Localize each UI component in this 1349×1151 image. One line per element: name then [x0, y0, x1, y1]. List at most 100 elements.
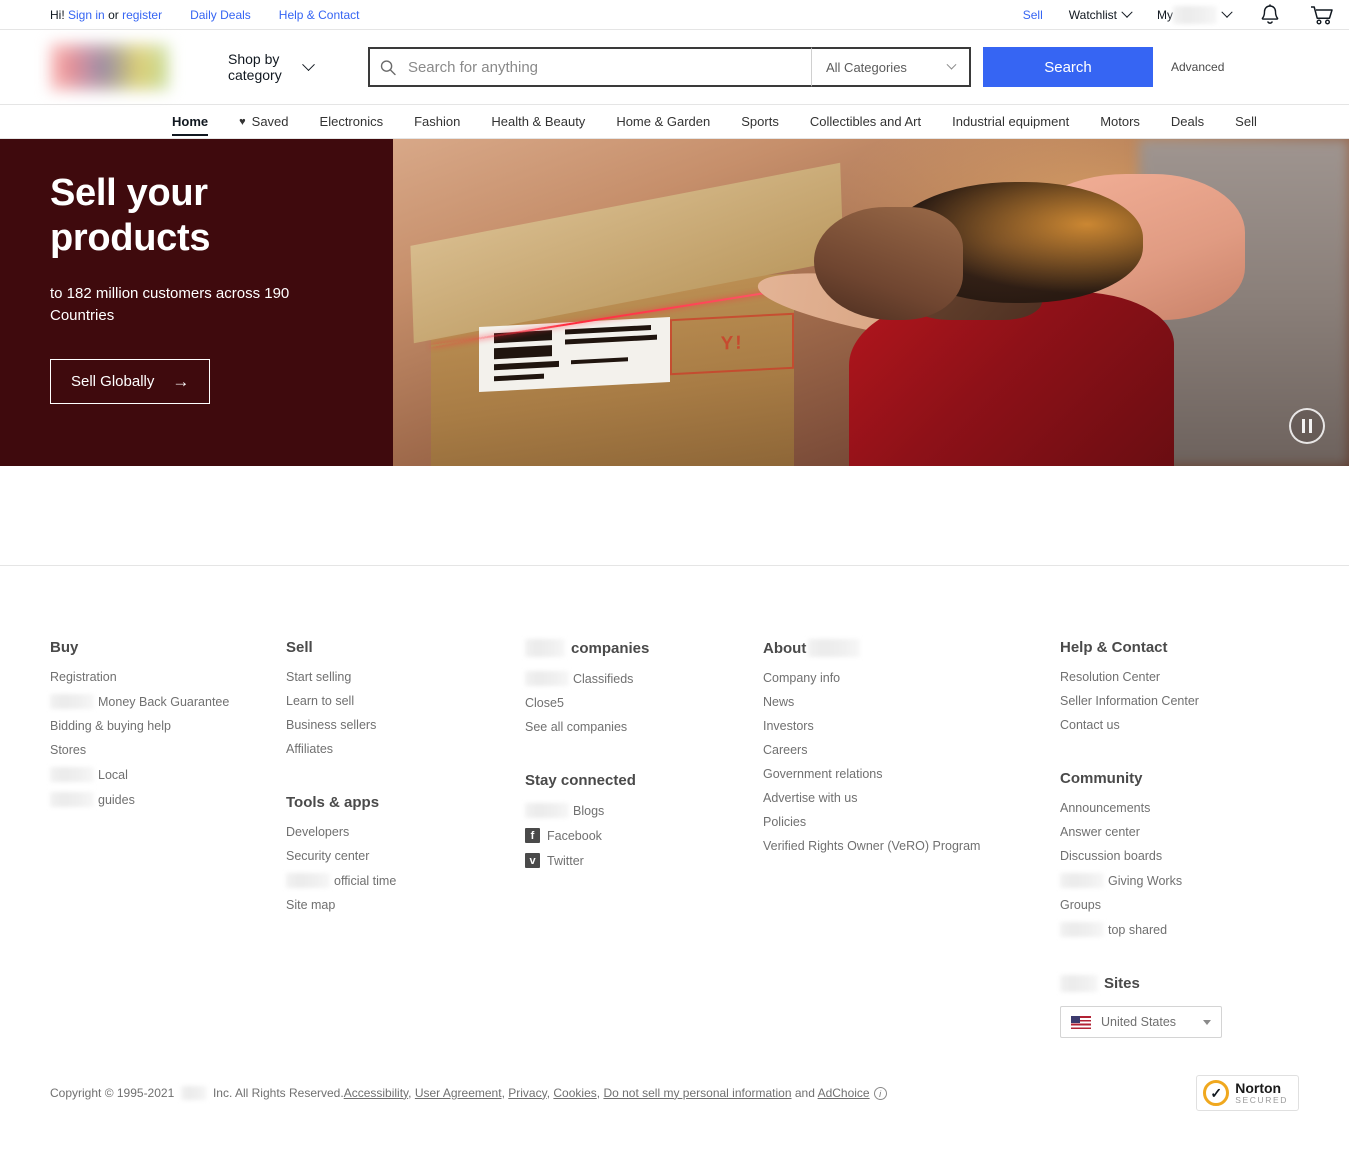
- legal-link[interactable]: Do not sell my personal information: [603, 1086, 791, 1100]
- footer-link[interactable]: Money Back Guarantee: [50, 694, 286, 709]
- footer-link[interactable]: top shared: [1060, 922, 1300, 937]
- footer-link[interactable]: Groups: [1060, 898, 1300, 912]
- footer-link[interactable]: Bidding & buying help: [50, 719, 286, 733]
- footer-link[interactable]: Answer center: [1060, 825, 1300, 839]
- chevron-down-icon: [1121, 6, 1133, 18]
- footer-link[interactable]: Stores: [50, 743, 286, 757]
- footer-link[interactable]: guides: [50, 792, 286, 807]
- category-select[interactable]: All Categories: [811, 47, 971, 87]
- footer-link[interactable]: official time: [286, 873, 525, 888]
- footer-link[interactable]: Developers: [286, 825, 525, 839]
- site-logo-redacted[interactable]: [50, 43, 170, 91]
- footer-link[interactable]: Blogs: [525, 803, 763, 818]
- hero-banner: Sell your products to 182 million custom…: [0, 139, 1349, 466]
- footer-link[interactable]: Business sellers: [286, 718, 525, 732]
- footer-link-label: Twitter: [547, 853, 584, 868]
- watchlist-menu[interactable]: Watchlist: [1069, 6, 1133, 22]
- footer-link[interactable]: Site map: [286, 898, 525, 912]
- footer-link[interactable]: Close5: [525, 696, 763, 710]
- sell-globally-button[interactable]: Sell Globally →: [50, 359, 211, 404]
- adchoice-link[interactable]: AdChoice: [818, 1086, 870, 1100]
- advanced-search-link[interactable]: Advanced: [1171, 60, 1224, 74]
- nav-item-sell[interactable]: Sell: [1235, 105, 1257, 139]
- nav-item-home[interactable]: Home: [172, 105, 209, 139]
- footer-link[interactable]: Security center: [286, 849, 525, 863]
- nav-item-sports[interactable]: Sports: [741, 105, 779, 139]
- footer-link[interactable]: Verified Rights Owner (VeRO) Program: [763, 839, 1060, 853]
- category-nav: Home ♥ Saved Electronics Fashion Health & Bea…: [0, 105, 1349, 139]
- footer-link[interactable]: Contact us: [1060, 718, 1300, 732]
- nav-item-electronics[interactable]: Electronics: [320, 105, 384, 139]
- nav-item-home-garden[interactable]: Home & Garden: [616, 105, 710, 139]
- footer-link-label: Announcements: [1060, 801, 1151, 815]
- footer-heading-label: About: [763, 639, 807, 657]
- legal-link[interactable]: User Agreement: [415, 1086, 502, 1100]
- nav-item-health-beauty[interactable]: Health & Beauty: [491, 105, 585, 139]
- nav-item-saved[interactable]: ♥ Saved: [239, 105, 288, 139]
- legal-and-label: and: [794, 1085, 815, 1100]
- sell-globally-label: Sell Globally: [71, 373, 155, 390]
- register-link[interactable]: register: [122, 8, 162, 22]
- brand-name-redacted: [525, 671, 569, 686]
- search-button[interactable]: Search: [983, 47, 1153, 87]
- search-field-wrapper[interactable]: [368, 47, 811, 87]
- footer-link[interactable]: ᴠ Twitter: [525, 853, 763, 868]
- arrow-right-icon: →: [172, 372, 190, 391]
- footer-link[interactable]: Learn to sell: [286, 694, 525, 708]
- nav-item-fashion[interactable]: Fashion: [414, 105, 460, 139]
- footer-link-label: Money Back Guarantee: [98, 694, 230, 709]
- brand-name-redacted: [180, 1086, 207, 1101]
- footer-link[interactable]: Investors: [763, 719, 1060, 733]
- brand-name-redacted: [286, 873, 330, 888]
- shop-by-category-menu[interactable]: Shop by category: [228, 51, 315, 83]
- footer-link[interactable]: Registration: [50, 670, 286, 684]
- footer-column-heading: Sell: [286, 639, 525, 656]
- face-graphic: [813, 207, 964, 320]
- footer-link[interactable]: News: [763, 695, 1060, 709]
- site-footer: Buy Registration Money Back Guarantee Biddi…: [0, 566, 1349, 1038]
- footer-link[interactable]: Announcements: [1060, 801, 1300, 815]
- footer-link[interactable]: See all companies: [525, 720, 763, 734]
- nav-item-industrial-equipment[interactable]: Industrial equipment: [952, 105, 1069, 139]
- footer-link[interactable]: Classifieds: [525, 671, 763, 686]
- daily-deals-link[interactable]: Daily Deals: [190, 8, 251, 22]
- footer-link[interactable]: Advertise with us: [763, 791, 1060, 805]
- site-country-select[interactable]: United States: [1060, 1006, 1222, 1038]
- footer-link-label: guides: [98, 792, 135, 807]
- search-input[interactable]: [405, 57, 801, 77]
- sell-link[interactable]: Sell: [1023, 8, 1043, 22]
- help-contact-link[interactable]: Help & Contact: [279, 8, 360, 22]
- footer-link[interactable]: Government relations: [763, 767, 1060, 781]
- footer-link[interactable]: Local: [50, 767, 286, 782]
- footer-link[interactable]: f Facebook: [525, 828, 763, 843]
- us-flag-icon: [1071, 1015, 1091, 1029]
- footer-link[interactable]: Careers: [763, 743, 1060, 757]
- utility-top-bar: Hi! Sign in or register Daily Deals Help…: [0, 0, 1349, 30]
- footer-link[interactable]: Resolution Center: [1060, 670, 1300, 684]
- legal-link[interactable]: Privacy: [508, 1086, 546, 1100]
- footer-link[interactable]: Affiliates: [286, 742, 525, 756]
- nav-item-collectibles-and-art[interactable]: Collectibles and Art: [810, 105, 921, 139]
- footer-link[interactable]: Seller Information Center: [1060, 694, 1300, 708]
- legal-link[interactable]: Accessibility: [344, 1086, 408, 1100]
- legal-link[interactable]: Cookies: [553, 1086, 596, 1100]
- cart-icon: [1311, 5, 1333, 25]
- cart-button[interactable]: [1309, 3, 1335, 27]
- footer-link[interactable]: Company info: [763, 671, 1060, 685]
- footer-column: Help & Contact Resolution Center Seller In…: [1060, 639, 1300, 1038]
- norton-check-icon: ✓: [1203, 1080, 1230, 1106]
- footer-link[interactable]: Discussion boards: [1060, 849, 1300, 863]
- pause-carousel-button[interactable]: [1289, 408, 1325, 444]
- my-account-menu[interactable]: My: [1157, 5, 1233, 24]
- footer-link[interactable]: Giving Works: [1060, 873, 1300, 888]
- notifications-button[interactable]: [1259, 3, 1281, 27]
- footer-link-label: Company info: [763, 671, 841, 685]
- nav-item-deals[interactable]: Deals: [1171, 105, 1204, 139]
- nav-item-motors[interactable]: Motors: [1100, 105, 1140, 139]
- footer-link[interactable]: Start selling: [286, 670, 525, 684]
- footer-link-label: Resolution Center: [1060, 670, 1161, 684]
- footer-link-label: Government relations: [763, 767, 883, 781]
- footer-link[interactable]: Policies: [763, 815, 1060, 829]
- footer-heading-label: Help & Contact: [1060, 639, 1168, 656]
- sign-in-link[interactable]: Sign in: [68, 8, 105, 22]
